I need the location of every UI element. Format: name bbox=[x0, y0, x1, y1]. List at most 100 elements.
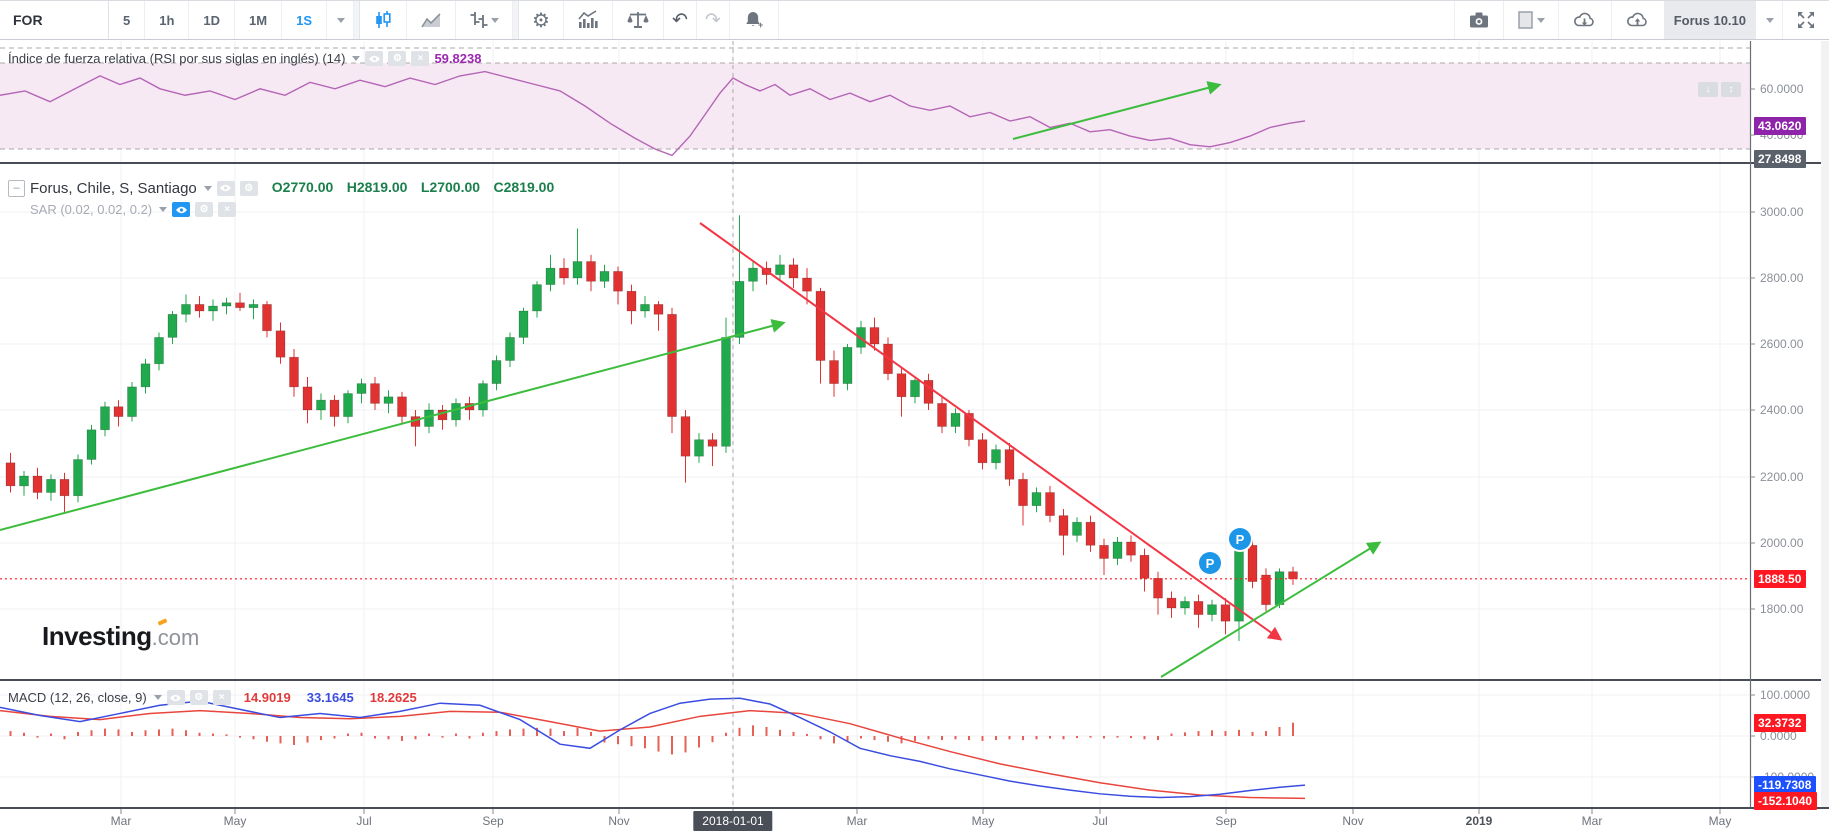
macd-axis-label: 100.0000 bbox=[1760, 688, 1811, 702]
price-axis-label: 2800.00 bbox=[1760, 271, 1804, 285]
chart-application: FOR 5 1h 1D 1M 1S ⚙ ↶ ↷ + Forus 10.10 Ín… bbox=[0, 0, 1829, 834]
redo-button[interactable]: ↷ bbox=[696, 1, 730, 39]
rsi-visibility-button[interactable] bbox=[365, 51, 384, 66]
position-marker[interactable]: P bbox=[1229, 528, 1251, 550]
time-axis-label: Jul bbox=[1092, 814, 1108, 828]
macd-value-0: 14.9019 bbox=[243, 690, 291, 705]
candlestick-chart-button[interactable] bbox=[360, 1, 407, 39]
time-axis-label: Nov bbox=[608, 814, 630, 828]
chevron-down-icon bbox=[1536, 17, 1545, 23]
rsi-remove-button[interactable]: × bbox=[411, 51, 430, 66]
template-name: Forus 10.10 bbox=[1673, 12, 1746, 28]
ohlc-bars-button[interactable] bbox=[456, 1, 513, 39]
price-axis-label: 2200.00 bbox=[1760, 470, 1804, 484]
logo-text-suffix: .com bbox=[151, 625, 200, 650]
chevron-down-icon bbox=[1766, 17, 1774, 23]
time-axis-label: 2019 bbox=[1465, 814, 1493, 828]
area-chart-icon bbox=[420, 11, 442, 29]
macd-visibility-button[interactable] bbox=[166, 690, 185, 705]
series-settings-button[interactable]: ⚙ bbox=[239, 180, 258, 196]
area-chart-button[interactable] bbox=[407, 1, 456, 39]
position-marker[interactable]: P bbox=[1199, 552, 1221, 574]
undo-button[interactable]: ↶ bbox=[663, 1, 697, 39]
macd-pane-header: MACD (12, 26, close, 9) ⚙ × 14.9019 33.16… bbox=[8, 690, 417, 705]
screenshot-button[interactable] bbox=[1453, 1, 1503, 39]
candlestick-icon bbox=[373, 10, 393, 30]
macd-value-2: 18.2625 bbox=[369, 690, 417, 705]
interval-button-1S[interactable]: 1S bbox=[282, 1, 327, 39]
ohlc-bars-icon bbox=[469, 10, 489, 30]
interval-button-5[interactable]: 5 bbox=[109, 1, 146, 39]
interval-button-1M[interactable]: 1M bbox=[235, 1, 283, 39]
chevron-down-icon[interactable] bbox=[159, 207, 168, 212]
indicators-button[interactable] bbox=[563, 1, 613, 39]
macd-remove-button[interactable]: × bbox=[212, 690, 231, 705]
series-visibility-button[interactable] bbox=[216, 180, 235, 196]
high-value: H2819.00 bbox=[346, 179, 408, 195]
close-value: C2819.00 bbox=[493, 179, 555, 195]
time-axis-highlight: 2018-01-01 bbox=[693, 811, 773, 831]
chevron-down-icon[interactable] bbox=[203, 185, 212, 191]
price-axis-label: 2600.00 bbox=[1760, 337, 1804, 351]
symbol-text: FOR bbox=[13, 12, 43, 28]
time-axis-label: Sep bbox=[1215, 814, 1237, 828]
investing-logo: Investing.com bbox=[42, 618, 200, 652]
macd-value-1: 33.1645 bbox=[306, 690, 354, 705]
chevron-down-icon bbox=[337, 17, 345, 23]
macd-settings-button[interactable]: ⚙ bbox=[189, 690, 208, 705]
layout-icon bbox=[1517, 10, 1535, 30]
interval-button-1h[interactable]: 1h bbox=[145, 1, 190, 39]
time-axis-label: Jul bbox=[356, 814, 372, 828]
load-chart-button[interactable] bbox=[1557, 1, 1611, 39]
price-axis-label: 3000.00 bbox=[1760, 205, 1804, 219]
fullscreen-button[interactable] bbox=[1782, 1, 1829, 39]
layout-button[interactable] bbox=[1502, 1, 1558, 39]
chevron-down-icon bbox=[491, 17, 499, 23]
redo-icon: ↷ bbox=[704, 9, 721, 31]
rsi-value: 59.8238 bbox=[434, 51, 482, 66]
rsi-pane-controls: ↓ ↕ bbox=[1698, 82, 1741, 97]
sar-visibility-button[interactable] bbox=[172, 202, 191, 217]
interval-button-group: 5 1h 1D 1M 1S bbox=[109, 1, 327, 39]
last-price-badge: 1888.50 bbox=[1754, 570, 1807, 588]
chevron-down-icon[interactable] bbox=[153, 695, 162, 700]
time-axis-label: Mar bbox=[846, 814, 868, 828]
time-axis-label: Mar bbox=[1581, 814, 1603, 828]
open-value: O2770.00 bbox=[271, 179, 334, 195]
sar-remove-button[interactable]: × bbox=[218, 202, 237, 217]
sar-settings-button[interactable]: ⚙ bbox=[195, 202, 214, 217]
template-selector[interactable]: Forus 10.10 bbox=[1663, 1, 1756, 39]
gear-icon: ⚙ bbox=[532, 9, 550, 32]
settings-button[interactable]: ⚙ bbox=[519, 1, 564, 39]
collapse-icon[interactable]: – bbox=[8, 179, 25, 197]
macd-badge-0: 32.3732 bbox=[1754, 714, 1807, 732]
svg-text:+: + bbox=[758, 20, 763, 30]
save-chart-button[interactable] bbox=[1610, 1, 1664, 39]
move-pane-down-icon[interactable]: ↓ bbox=[1698, 82, 1718, 97]
top-toolbar: FOR 5 1h 1D 1M 1S ⚙ ↶ ↷ + Forus 10.10 bbox=[0, 1, 1829, 40]
price-axis-label: 2000.00 bbox=[1760, 536, 1804, 550]
low-value: L2700.00 bbox=[420, 179, 481, 195]
main-pane-header: – Forus, Chile, S, Santiago ⚙ O2770.00 H… bbox=[8, 179, 554, 197]
add-alert-button[interactable]: + bbox=[729, 1, 779, 39]
resize-pane-icon[interactable]: ↕ bbox=[1721, 82, 1741, 97]
compare-button[interactable] bbox=[612, 1, 664, 39]
chart-canvas[interactable] bbox=[0, 1, 1829, 834]
time-axis-label: May bbox=[971, 814, 995, 828]
template-dropdown-button[interactable] bbox=[1756, 1, 1782, 39]
rsi-pane-header: Índice de fuerza relativa (RSI por sus s… bbox=[8, 51, 481, 66]
alert-bell-icon: + bbox=[743, 10, 765, 30]
interval-button-1D[interactable]: 1D bbox=[189, 1, 236, 39]
symbol-input[interactable]: FOR bbox=[0, 1, 109, 39]
price-axis-label: 1800.00 bbox=[1760, 602, 1804, 616]
cloud-upload-icon bbox=[1625, 10, 1651, 30]
logo-text-bold: Investing bbox=[42, 621, 152, 651]
interval-dropdown-button[interactable] bbox=[327, 1, 354, 39]
macd-badge-2: -152.1040 bbox=[1754, 792, 1818, 810]
rsi-settings-button[interactable]: ⚙ bbox=[388, 51, 407, 66]
chevron-down-icon[interactable] bbox=[352, 56, 361, 61]
cloud-download-icon bbox=[1572, 10, 1598, 30]
time-axis-label: Nov bbox=[1342, 814, 1364, 828]
time-axis-label: Mar bbox=[110, 814, 132, 828]
ohlc-values: O2770.00 H2819.00 L2700.00 C2819.00 bbox=[263, 179, 554, 197]
